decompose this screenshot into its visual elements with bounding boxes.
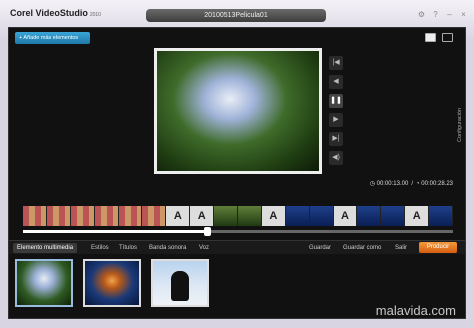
timeline-clip[interactable] [118,206,143,226]
view-toggle [425,33,453,42]
exit-button[interactable]: Salir [395,245,407,251]
window-controls: ⚙ ? – × [417,10,468,19]
timeline-clip[interactable] [46,206,71,226]
configuration-tab[interactable]: Configuración [457,108,463,142]
timeline-clip[interactable] [70,206,95,226]
save-button[interactable]: Guardar [309,245,331,251]
timeline-clip[interactable] [214,206,239,226]
title-bar: Corel VideoStudio 2010 20100513Pelicula01… [0,0,474,26]
timeline-clip[interactable] [23,206,47,226]
tab-styles[interactable]: Estilos [87,243,113,253]
timeline-clip[interactable] [381,206,406,226]
timeline-clip[interactable] [142,206,167,226]
timeline-clip[interactable] [285,206,310,226]
storyboard-timeline: AAAAA [23,206,454,226]
timeline-clip[interactable] [238,206,262,226]
timeline-clip[interactable]: A [405,206,430,226]
app-window: Corel VideoStudio 2010 20100513Pelicula01… [0,0,474,328]
timeline-clip[interactable]: A [190,206,215,226]
bottom-bar: Elemento multimedia Estilos Títulos Band… [9,240,465,254]
pause-icon[interactable]: ❚❚ [329,94,343,108]
timeline-clip[interactable] [429,206,454,226]
clock-icon: ◷ [369,181,375,187]
tab-voice[interactable]: Voz [195,243,213,253]
video-preview[interactable] [154,48,322,174]
playback-controls: |◀ ◀ ❚❚ ▶ ▶| ◀) [325,56,347,174]
add-more-button[interactable]: + Añade más elementos [15,32,90,44]
media-library [15,259,209,307]
single-view-icon[interactable] [425,33,436,42]
scrubber-handle[interactable] [203,227,211,236]
settings-icon[interactable]: ⚙ [417,10,426,19]
minimize-icon[interactable]: – [445,10,454,19]
forward-icon[interactable]: ▶ [329,113,343,127]
volume-icon[interactable]: ◀) [329,151,343,165]
close-icon[interactable]: × [459,10,468,19]
watermark: malavida.com [375,303,456,318]
split-view-icon[interactable] [442,33,453,42]
help-icon[interactable]: ? [431,10,440,19]
app-version: 2010 [89,12,101,18]
time-separator: / [411,181,413,187]
library-item-penguins[interactable] [151,259,209,307]
rewind-icon[interactable]: ◀ [329,75,343,89]
timeline-clip[interactable] [309,206,334,226]
editor-panel: + Añade más elementos |◀ ◀ ❚❚ ▶ ▶| ◀) Co… [8,27,466,319]
project-name[interactable]: 20100513Pelicula01 [146,9,326,22]
timeline-clip[interactable]: A [333,206,358,226]
tab-titles[interactable]: Títulos [115,243,141,253]
current-time: 00:00:13.00 [376,181,409,187]
scrubber-fill [23,230,204,233]
tab-media[interactable]: Elemento multimedia [13,243,78,253]
timeline-clip[interactable]: A [166,206,191,226]
next-icon[interactable]: ▶| [329,132,343,146]
tab-soundtrack[interactable]: Banda sonora [145,243,190,253]
timeline-clip[interactable] [94,206,119,226]
produce-button[interactable]: Producir [419,242,457,253]
scrubber[interactable] [23,227,453,236]
library-item-hydrangea[interactable] [15,259,73,307]
library-item-jellyfish[interactable] [83,259,141,307]
save-as-button[interactable]: Guardar como [343,245,381,251]
total-time: 00:00:28.23 [421,181,453,187]
duration-icon: ◔ [416,181,420,187]
app-title-text: Corel VideoStudio [10,8,88,18]
timecode: ◷ 00:00:13.00/◔ 00:00:28.23 [370,180,453,187]
timeline-clip[interactable] [357,206,382,226]
timeline-clip[interactable]: A [261,206,286,226]
previous-icon[interactable]: |◀ [329,56,343,70]
app-title: Corel VideoStudio 2010 [10,8,101,18]
